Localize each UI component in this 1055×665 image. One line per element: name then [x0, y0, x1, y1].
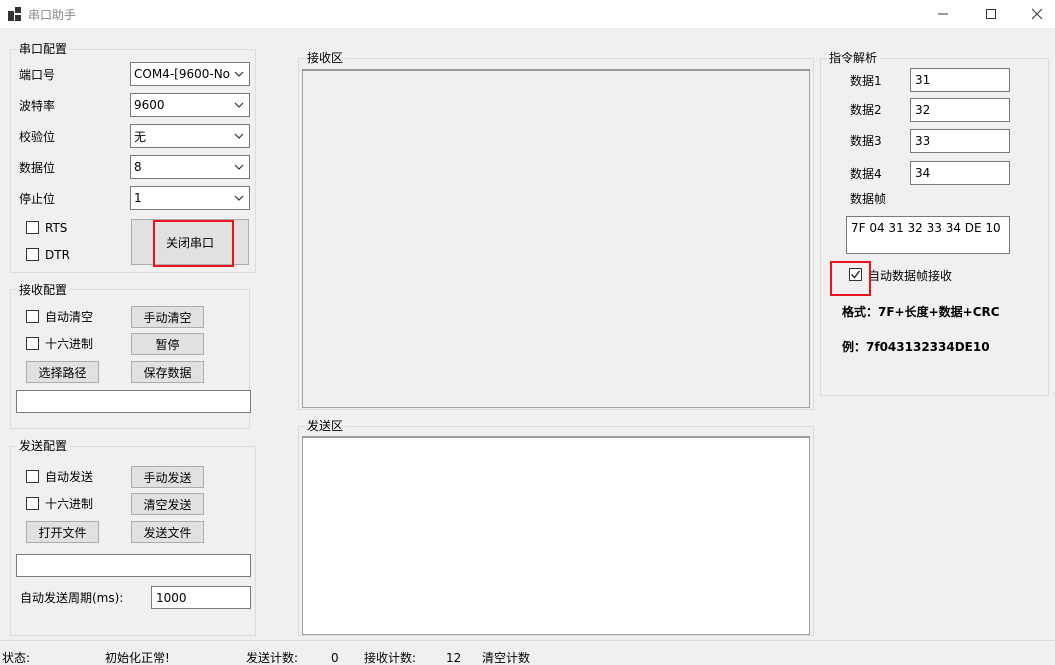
send-count-label: 发送计数:	[246, 651, 299, 665]
minimize-button[interactable]	[920, 0, 966, 28]
pause-button[interactable]: 暂停	[131, 333, 204, 355]
baud-select-value: 9600	[134, 98, 165, 112]
status-label: 状态:	[2, 651, 31, 665]
port-select-value: COM4-[9600-No	[134, 67, 231, 81]
rts-label: RTS	[45, 221, 68, 235]
pause-label: 暂停	[155, 337, 180, 352]
send-file-input[interactable]	[16, 554, 251, 577]
parity-select[interactable]: 无	[130, 124, 250, 148]
example-text: 例：7f043132334DE10	[842, 340, 990, 354]
auto-receive-highlight	[830, 261, 871, 296]
open-file-button[interactable]: 打开文件	[26, 521, 99, 543]
save-data-label: 保存数据	[143, 365, 192, 380]
auto-clear-label: 自动清空	[45, 310, 94, 324]
close-port-highlight	[153, 220, 234, 267]
send-config-title: 发送配置	[17, 439, 70, 453]
save-path-input[interactable]	[16, 390, 251, 413]
databits-select[interactable]: 8	[130, 155, 250, 179]
frame-label: 数据帧	[850, 192, 887, 206]
port-select[interactable]: COM4-[9600-No	[130, 62, 250, 86]
close-button[interactable]	[1014, 0, 1055, 28]
send-file-label: 发送文件	[143, 525, 192, 540]
status-value: 初始化正常!	[105, 651, 170, 665]
parity-select-value: 无	[134, 129, 147, 144]
auto-send-label: 自动发送	[45, 470, 94, 484]
auto-clear-checkbox[interactable]	[26, 310, 39, 323]
send-period-input[interactable]: 1000	[151, 586, 251, 609]
clear-count-link[interactable]: 清空计数	[482, 651, 530, 665]
manual-clear-label: 手动清空	[143, 310, 192, 325]
minimize-icon	[938, 13, 948, 15]
rts-checkbox[interactable]	[26, 221, 39, 234]
data2-input[interactable]: 32	[910, 98, 1010, 122]
manual-send-button[interactable]: 手动发送	[131, 466, 204, 488]
receive-area-title: 接收区	[305, 51, 346, 65]
databits-select-value: 8	[134, 160, 142, 174]
parity-label: 校验位	[19, 130, 56, 144]
recv-count-label: 接收计数:	[364, 651, 417, 665]
clear-send-label: 清空发送	[143, 497, 192, 512]
select-path-button[interactable]: 选择路径	[26, 361, 99, 383]
send-textarea[interactable]	[302, 436, 810, 635]
dtr-checkbox[interactable]	[26, 248, 39, 261]
dtr-label: DTR	[45, 248, 70, 262]
format-text: 格式：7F+长度+数据+CRC	[842, 305, 1000, 319]
data4-label: 数据4	[850, 167, 882, 181]
data1-label: 数据1	[850, 74, 882, 88]
send-hex-label: 十六进制	[45, 497, 94, 511]
send-hex-checkbox[interactable]	[26, 497, 39, 510]
close-icon	[1031, 8, 1043, 20]
databits-label: 数据位	[19, 161, 56, 175]
data2-label: 数据2	[850, 103, 882, 117]
send-area-title: 发送区	[305, 419, 346, 433]
chevron-down-icon	[234, 133, 244, 139]
send-period-label: 自动发送周期(ms):	[20, 591, 124, 605]
title-bar	[0, 0, 1055, 28]
stopbits-select-value: 1	[134, 191, 142, 205]
manual-clear-button[interactable]: 手动清空	[131, 306, 204, 328]
send-file-button[interactable]: 发送文件	[131, 521, 204, 543]
save-data-button[interactable]: 保存数据	[131, 361, 204, 383]
auto-send-checkbox[interactable]	[26, 470, 39, 483]
maximize-icon	[986, 9, 996, 19]
chevron-down-icon	[234, 102, 244, 108]
status-bar-divider	[0, 640, 1055, 641]
chevron-down-icon	[234, 195, 244, 201]
frame-input[interactable]: 7F 04 31 32 33 34 DE 10	[846, 216, 1010, 254]
receive-hex-checkbox[interactable]	[26, 337, 39, 350]
recv-count-value: 12	[446, 651, 462, 665]
stopbits-label: 停止位	[19, 192, 56, 206]
open-file-label: 打开文件	[38, 525, 87, 540]
app-grid-icon	[8, 7, 21, 21]
chevron-down-icon	[234, 164, 244, 170]
select-path-label: 选择路径	[38, 365, 87, 380]
window-title: 串口助手	[28, 8, 77, 22]
stopbits-select[interactable]: 1	[130, 186, 250, 210]
auto-receive-label: 自动数据帧接收	[868, 269, 953, 283]
maximize-button[interactable]	[968, 0, 1014, 28]
receive-hex-label: 十六进制	[45, 337, 94, 351]
data3-label: 数据3	[850, 134, 882, 148]
serial-config-title: 串口配置	[17, 42, 70, 56]
data3-input[interactable]: 33	[910, 129, 1010, 153]
receive-textarea[interactable]	[302, 69, 810, 408]
port-label: 端口号	[19, 68, 56, 82]
data4-input[interactable]: 34	[910, 161, 1010, 185]
manual-send-label: 手动发送	[143, 470, 192, 485]
clear-send-button[interactable]: 清空发送	[131, 493, 204, 515]
receive-config-title: 接收配置	[17, 283, 70, 297]
send-count-value: 0	[331, 651, 339, 665]
baud-label: 波特率	[19, 99, 56, 113]
command-parse-title: 指令解析	[827, 51, 880, 65]
chevron-down-icon	[234, 71, 244, 77]
baud-select[interactable]: 9600	[130, 93, 250, 117]
data1-input[interactable]: 31	[910, 68, 1010, 92]
